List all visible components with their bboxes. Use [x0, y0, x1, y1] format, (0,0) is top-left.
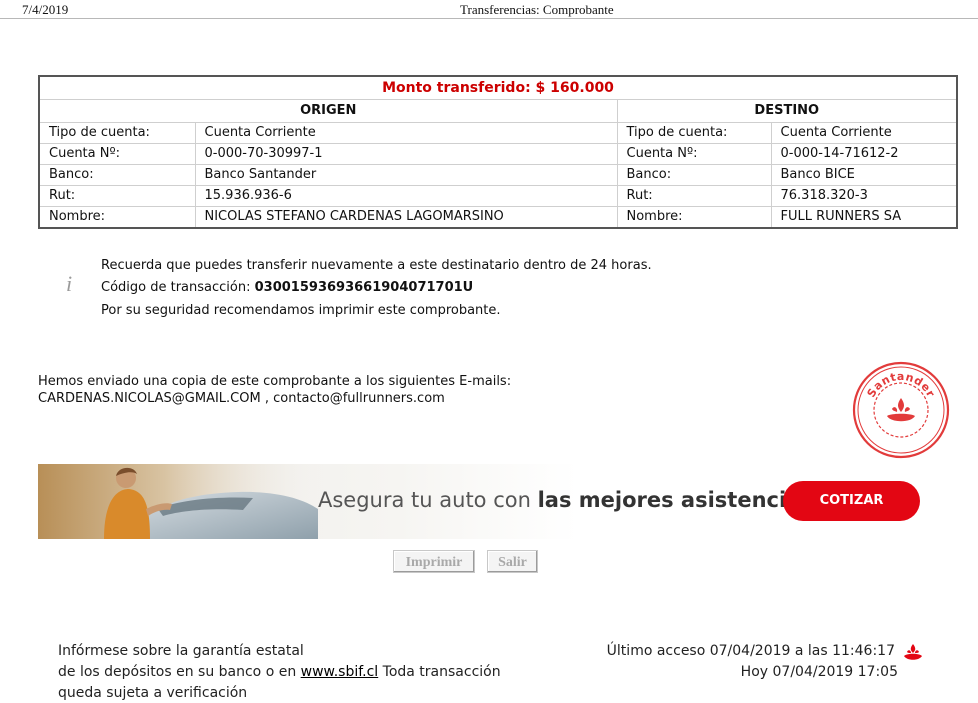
insurance-banner[interactable]: Asegura tu auto con las mejores asistenc… — [38, 464, 938, 539]
stamp-text: Santander — [865, 370, 937, 400]
email-intro: Hemos enviado una copia de este comproba… — [38, 374, 512, 389]
print-date: 7/4/2019 — [22, 2, 69, 17]
today-date: Hoy 07/04/2019 17:05 — [740, 664, 898, 680]
guarantee-line-2-prefix: de los depósitos en su banco o en — [58, 664, 301, 680]
origin-value: 15.936.936-6 — [194, 185, 618, 207]
tagline-bold: las mejores asistencias — [537, 488, 813, 512]
santander-flame-icon — [904, 644, 922, 660]
table-row: Banco: Banco Santander Banco: Banco BICE — [38, 164, 958, 186]
destination-header: DESTINO — [616, 99, 958, 123]
table-row: Rut: 15.936.936-6 Rut: 76.318.320-3 — [38, 185, 958, 207]
table-row: Cuenta Nº: 0-000-70-30997-1 Cuenta Nº: 0… — [38, 143, 958, 165]
transaction-code-label: Código de transacción: — [101, 280, 251, 295]
destination-value: Cuenta Corriente — [770, 122, 958, 144]
destination-label: Banco: — [616, 164, 772, 186]
santander-stamp: Santander — [851, 360, 951, 460]
destination-label: Cuenta Nº: — [616, 143, 772, 165]
destination-value: 0-000-14-71612-2 — [770, 143, 958, 165]
info-icon: i — [66, 271, 73, 296]
origin-value: Banco Santander — [194, 164, 618, 186]
guarantee-line-2: de los depósitos en su banco o en www.sb… — [58, 664, 501, 680]
quote-button[interactable]: COTIZAR — [783, 481, 920, 521]
origin-label: Cuenta Nº: — [38, 143, 196, 165]
guarantee-line-1: Infórmese sobre la garantía estatal — [58, 643, 304, 659]
destination-value: FULL RUNNERS SA — [770, 206, 958, 229]
print-title: Transferencias: Comprobante — [460, 2, 614, 17]
tagline-regular: Asegura tu auto con — [318, 488, 538, 512]
amount-row: Monto transferido: $ 160.000 — [38, 75, 958, 100]
transaction-code-value: 03001593693661904071701U — [254, 280, 474, 295]
transfer-reminder: Recuerda que puedes transferir nuevament… — [101, 258, 652, 273]
table-row: Tipo de cuenta: Cuenta Corriente Tipo de… — [38, 122, 958, 144]
santander-flame-icon — [887, 398, 915, 422]
print-button[interactable]: Imprimir — [393, 550, 475, 573]
print-header: 7/4/2019 Transferencias: Comprobante — [0, 0, 978, 19]
origin-label: Nombre: — [38, 206, 196, 229]
transaction-code-line: Código de transacción: 03001593693661904… — [101, 280, 473, 295]
last-access: Último acceso 07/04/2019 a las 11:46:17 — [606, 643, 895, 659]
origin-label: Banco: — [38, 164, 196, 186]
amount-transferred: Monto transferido: $ 160.000 — [38, 75, 958, 100]
transfer-voucher-table: Monto transferido: $ 160.000 ORIGEN DEST… — [38, 75, 959, 229]
destination-label: Tipo de cuenta: — [616, 122, 772, 144]
destination-label: Rut: — [616, 185, 772, 207]
table-row: Nombre: NICOLAS STEFANO CARDENAS LAGOMAR… — [38, 206, 958, 229]
origin-header: ORIGEN — [38, 99, 618, 123]
banner-photo — [38, 464, 318, 539]
section-header-row: ORIGEN DESTINO — [38, 99, 958, 123]
destination-label: Nombre: — [616, 206, 772, 229]
security-note: Por su seguridad recomendamos imprimir e… — [101, 303, 501, 318]
guarantee-line-2-suffix: Toda transacción — [378, 664, 501, 680]
email-list: CARDENAS.NICOLAS@GMAIL.COM , contacto@fu… — [38, 391, 445, 406]
destination-value: 76.318.320-3 — [770, 185, 958, 207]
origin-value: NICOLAS STEFANO CARDENAS LAGOMARSINO — [194, 206, 618, 229]
origin-label: Rut: — [38, 185, 196, 207]
origin-value: Cuenta Corriente — [194, 122, 618, 144]
origin-value: 0-000-70-30997-1 — [194, 143, 618, 165]
exit-button[interactable]: Salir — [487, 550, 538, 573]
sbif-link[interactable]: www.sbif.cl — [301, 664, 379, 680]
destination-value: Banco BICE — [770, 164, 958, 186]
guarantee-line-3: queda sujeta a verificación — [58, 685, 248, 701]
origin-label: Tipo de cuenta: — [38, 122, 196, 144]
banner-tagline: Asegura tu auto con las mejores asistenc… — [318, 488, 813, 512]
svg-text:Santander: Santander — [865, 370, 938, 400]
